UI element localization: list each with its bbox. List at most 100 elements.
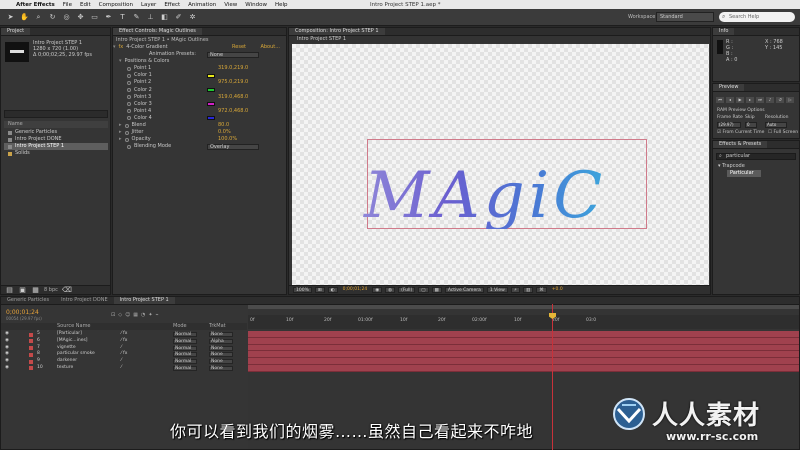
color-swatch[interactable] bbox=[207, 102, 215, 107]
timeline-current-time[interactable]: 0;00;01;24 bbox=[6, 309, 39, 316]
draft-3d-icon[interactable]: ◇ bbox=[118, 312, 122, 318]
label-color[interactable] bbox=[29, 366, 33, 371]
shy-icon[interactable]: ☺ bbox=[125, 312, 130, 318]
stopwatch-icon[interactable] bbox=[127, 109, 131, 114]
trkmat-select[interactable]: None bbox=[209, 345, 233, 351]
label-color[interactable] bbox=[29, 359, 33, 364]
stopwatch-icon[interactable] bbox=[127, 102, 131, 107]
channel-icon[interactable]: ◍ bbox=[385, 287, 396, 293]
list-item[interactable]: Generic Particles bbox=[4, 129, 108, 136]
roto-brush-tool-icon[interactable]: ✐ bbox=[174, 13, 183, 22]
composition-viewer[interactable]: MAgiC bbox=[292, 44, 709, 294]
param-row[interactable]: Point 3 319.0,468.0 bbox=[113, 94, 286, 101]
selection-tool-icon[interactable]: ➤ bbox=[6, 13, 15, 22]
workspace-select[interactable]: Standard bbox=[656, 12, 714, 22]
mask-icon[interactable]: ◐ bbox=[327, 287, 338, 293]
menu-layer[interactable]: Layer bbox=[141, 2, 156, 8]
col-source-name[interactable]: Source Name bbox=[57, 323, 91, 330]
list-item[interactable]: Solids bbox=[4, 150, 108, 157]
list-item[interactable]: Intro Project STEP 1 bbox=[4, 143, 108, 150]
menu-view[interactable]: View bbox=[224, 2, 237, 8]
graph-editor-icon[interactable]: ⌁ bbox=[156, 312, 159, 318]
stopwatch-icon[interactable] bbox=[124, 130, 129, 135]
tab-intro-project-done[interactable]: Intro Project DONE bbox=[55, 297, 114, 304]
time-ruler[interactable]: 0f 10f 20f 01:00f 10f 20f 02:00f 10f 20f… bbox=[248, 315, 799, 329]
bpc-toggle[interactable]: 8 bpc bbox=[44, 287, 58, 293]
tab-effects-presets[interactable]: Effects & Presets bbox=[713, 141, 768, 148]
layer-name[interactable]: darkener bbox=[57, 358, 77, 365]
menu-help[interactable]: Help bbox=[275, 2, 288, 8]
resolution-select[interactable]: (Full) bbox=[398, 287, 416, 293]
play-icon[interactable]: ▶ bbox=[736, 97, 744, 103]
menu-effect[interactable]: Effect bbox=[164, 2, 180, 8]
visibility-icon[interactable]: ◉ bbox=[5, 345, 9, 352]
label-color[interactable] bbox=[29, 332, 33, 337]
table-row[interactable]: ◉ 6 [MAgic...ines] ⁄ fx Normal Alpha bbox=[1, 338, 247, 345]
visibility-icon[interactable]: ◉ bbox=[5, 331, 9, 338]
composition-subtab[interactable]: Intro Project STEP 1 bbox=[289, 36, 710, 43]
col-trkmat[interactable]: TrkMat bbox=[209, 323, 226, 330]
trkmat-select[interactable]: None bbox=[209, 359, 233, 365]
menu-file[interactable]: File bbox=[63, 2, 72, 8]
motion-blur-icon[interactable]: ◔ bbox=[141, 312, 145, 318]
last-frame-icon[interactable]: ⏭ bbox=[756, 97, 764, 103]
search-help-input[interactable]: ⌕ Search Help bbox=[719, 12, 795, 22]
current-time[interactable]: 0;00;01;24 bbox=[341, 287, 370, 293]
stopwatch-icon[interactable] bbox=[124, 123, 129, 128]
visibility-icon[interactable]: ◉ bbox=[5, 351, 9, 358]
param-row[interactable]: Color 2 bbox=[113, 87, 286, 94]
table-row[interactable]: ◉ 10 texture ⁄ Normal None bbox=[1, 365, 247, 372]
about-link[interactable]: About... bbox=[260, 44, 280, 51]
trkmat-select[interactable]: None bbox=[209, 365, 233, 371]
mode-select[interactable]: Normal bbox=[173, 365, 197, 371]
mode-select[interactable]: Normal bbox=[173, 359, 197, 365]
twirl-down-icon[interactable]: ▾ bbox=[113, 44, 116, 51]
twirl-right-icon[interactable]: ▸ bbox=[119, 136, 122, 143]
stopwatch-icon[interactable] bbox=[127, 81, 131, 86]
layer-bar[interactable] bbox=[248, 337, 799, 345]
param-row[interactable]: ▸ Blend 80.0 bbox=[113, 122, 286, 129]
exposure-value[interactable]: +0.0 bbox=[550, 287, 565, 293]
ram-options-label[interactable]: RAM Preview Options bbox=[717, 108, 765, 113]
flowchart-icon[interactable]: ⌘ bbox=[536, 287, 547, 293]
twirl-right-icon[interactable]: ▸ bbox=[119, 122, 122, 129]
stamp-tool-icon[interactable]: ⊥ bbox=[146, 13, 155, 22]
param-value[interactable]: 319.0,219.0 bbox=[218, 65, 248, 72]
label-color[interactable] bbox=[29, 352, 33, 357]
stopwatch-icon[interactable] bbox=[127, 144, 131, 149]
rectangle-tool-icon[interactable]: ▭ bbox=[90, 13, 99, 22]
layer-bar[interactable] bbox=[248, 358, 799, 365]
pan-behind-tool-icon[interactable]: ✥ bbox=[76, 13, 85, 22]
label-color[interactable] bbox=[29, 346, 33, 351]
project-column-name[interactable]: Name bbox=[4, 121, 108, 128]
menu-animation[interactable]: Animation bbox=[188, 2, 216, 8]
category-trapcode[interactable]: ▾ Trapcode bbox=[718, 163, 745, 169]
zoom-tool-icon[interactable]: ⌕ bbox=[34, 13, 43, 22]
layer-bar[interactable] bbox=[248, 364, 799, 372]
pen-tool-icon[interactable]: ✒ bbox=[104, 13, 113, 22]
trkmat-select[interactable]: Alpha bbox=[209, 338, 233, 344]
puppet-tool-icon[interactable]: ✲ bbox=[188, 13, 197, 22]
layer-name[interactable]: texture bbox=[57, 365, 73, 372]
resolution-select[interactable]: Auto bbox=[765, 122, 787, 128]
mode-select[interactable]: Normal bbox=[173, 345, 197, 351]
switches-icon[interactable]: ⁄ fx bbox=[121, 338, 127, 345]
skip-field[interactable]: 0 bbox=[745, 122, 757, 128]
menu-edit[interactable]: Edit bbox=[80, 2, 91, 8]
views-select[interactable]: 1 View bbox=[486, 287, 508, 293]
color-swatch[interactable] bbox=[207, 116, 215, 121]
param-row[interactable]: Color 4 bbox=[113, 115, 286, 122]
tab-composition[interactable]: Composition: Intro Project STEP 1 bbox=[289, 28, 385, 35]
effect-row[interactable]: ▾ fx 4-Color Gradient Reset About... bbox=[113, 44, 286, 51]
twirl-right-icon[interactable]: ▸ bbox=[119, 129, 122, 136]
brush-tool-icon[interactable]: ✎ bbox=[132, 13, 141, 22]
param-value[interactable]: 975.0,219.0 bbox=[218, 79, 248, 86]
param-row[interactable]: Color 3 bbox=[113, 101, 286, 108]
hand-tool-icon[interactable]: ✋ bbox=[20, 13, 29, 22]
layer-bar[interactable] bbox=[248, 351, 799, 359]
table-row[interactable]: ◉ 5 [Particular] ⁄ fx Normal None bbox=[1, 331, 247, 338]
rotate-tool-icon[interactable]: ↻ bbox=[48, 13, 57, 22]
next-frame-icon[interactable]: ▸ bbox=[746, 97, 754, 103]
param-row[interactable]: ▸ Opacity 100.0% bbox=[113, 136, 286, 143]
switches-icon[interactable]: ⁄ fx bbox=[121, 331, 127, 338]
